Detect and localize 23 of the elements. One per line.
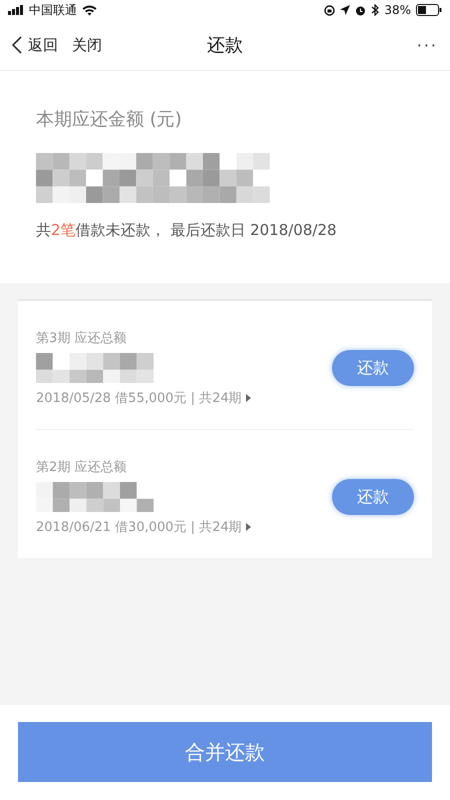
amount-label: 本期应还金额 (元)	[36, 108, 183, 131]
alarm-icon	[355, 4, 366, 16]
period-label: 第2期 应还总额	[36, 459, 128, 476]
back-label: 返回	[28, 36, 58, 54]
close-link[interactable]: 关闭	[72, 36, 102, 54]
signal-icon	[8, 5, 24, 15]
loan-detail: 2018/06/21 借30,000元 | 共24期	[36, 519, 242, 536]
back-link[interactable]: 返回	[12, 36, 58, 54]
wifi-icon	[82, 4, 97, 16]
period-label: 第3期 应还总额	[36, 330, 128, 347]
rotation-lock-icon	[324, 4, 336, 16]
battery-icon	[416, 4, 442, 16]
back-chevron-icon	[12, 36, 22, 54]
arrow-right-icon[interactable]	[246, 523, 251, 531]
battery-percentage: 38%	[384, 3, 411, 17]
arrow-right-icon[interactable]	[246, 394, 251, 402]
page-title: 还款	[207, 34, 243, 57]
more-menu-button[interactable]: ···	[416, 36, 438, 54]
bluetooth-icon	[371, 4, 380, 16]
loan-detail: 2018/05/28 借55,000元 | 共24期	[36, 390, 242, 407]
loan-summary: 共2笔借款未还款， 最后还款日 2018/08/28	[36, 221, 338, 240]
carrier-name: 中国联通	[29, 2, 77, 18]
location-icon	[340, 5, 350, 15]
